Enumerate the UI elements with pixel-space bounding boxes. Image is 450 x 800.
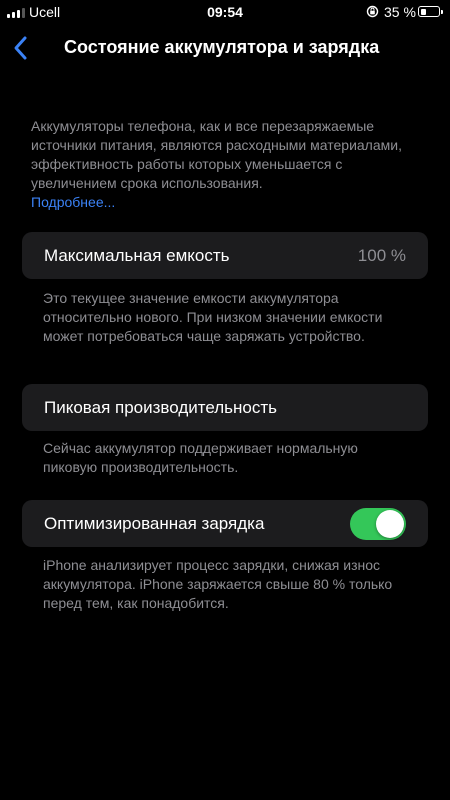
intro-description: Аккумуляторы телефона, как и все перезар…: [31, 117, 423, 212]
battery-level-fill: [420, 8, 427, 15]
learn-more-link[interactable]: Подробнее...: [31, 193, 423, 212]
toggle-knob: [376, 510, 404, 538]
optimized-charging-toggle[interactable]: [350, 508, 406, 540]
battery-icon: [418, 6, 443, 17]
orientation-lock-icon: [366, 5, 379, 18]
page-title: Состояние аккумулятора и зарядка: [64, 37, 380, 57]
navigation-bar: Состояние аккумулятора и зарядка: [0, 26, 450, 70]
status-bar: Ucell 09:54 35 %: [0, 0, 450, 26]
optimized-charging-label: Оптимизированная зарядка: [44, 514, 265, 533]
peak-performance-row: Пиковая производительность: [22, 384, 428, 431]
max-capacity-row: Максимальная емкость 100 %: [22, 232, 428, 279]
peak-performance-footer: Сейчас аккумулятор поддерживает нормальн…: [43, 440, 358, 475]
max-capacity-footer: Это текущее значение емкости аккумулятор…: [43, 290, 383, 344]
optimized-charging-footer: iPhone анализирует процесс зарядки, сниж…: [43, 557, 393, 611]
optimized-charging-row: Оптимизированная зарядка: [22, 500, 428, 547]
clock: 09:54: [207, 4, 243, 20]
max-capacity-label: Максимальная емкость: [44, 246, 230, 265]
intro-text: Аккумуляторы телефона, как и все перезар…: [31, 118, 402, 191]
back-chevron-icon[interactable]: [10, 34, 34, 62]
max-capacity-value: 100 %: [357, 246, 406, 265]
peak-performance-label: Пиковая производительность: [44, 398, 278, 417]
battery-percentage: 35 %: [384, 4, 416, 20]
